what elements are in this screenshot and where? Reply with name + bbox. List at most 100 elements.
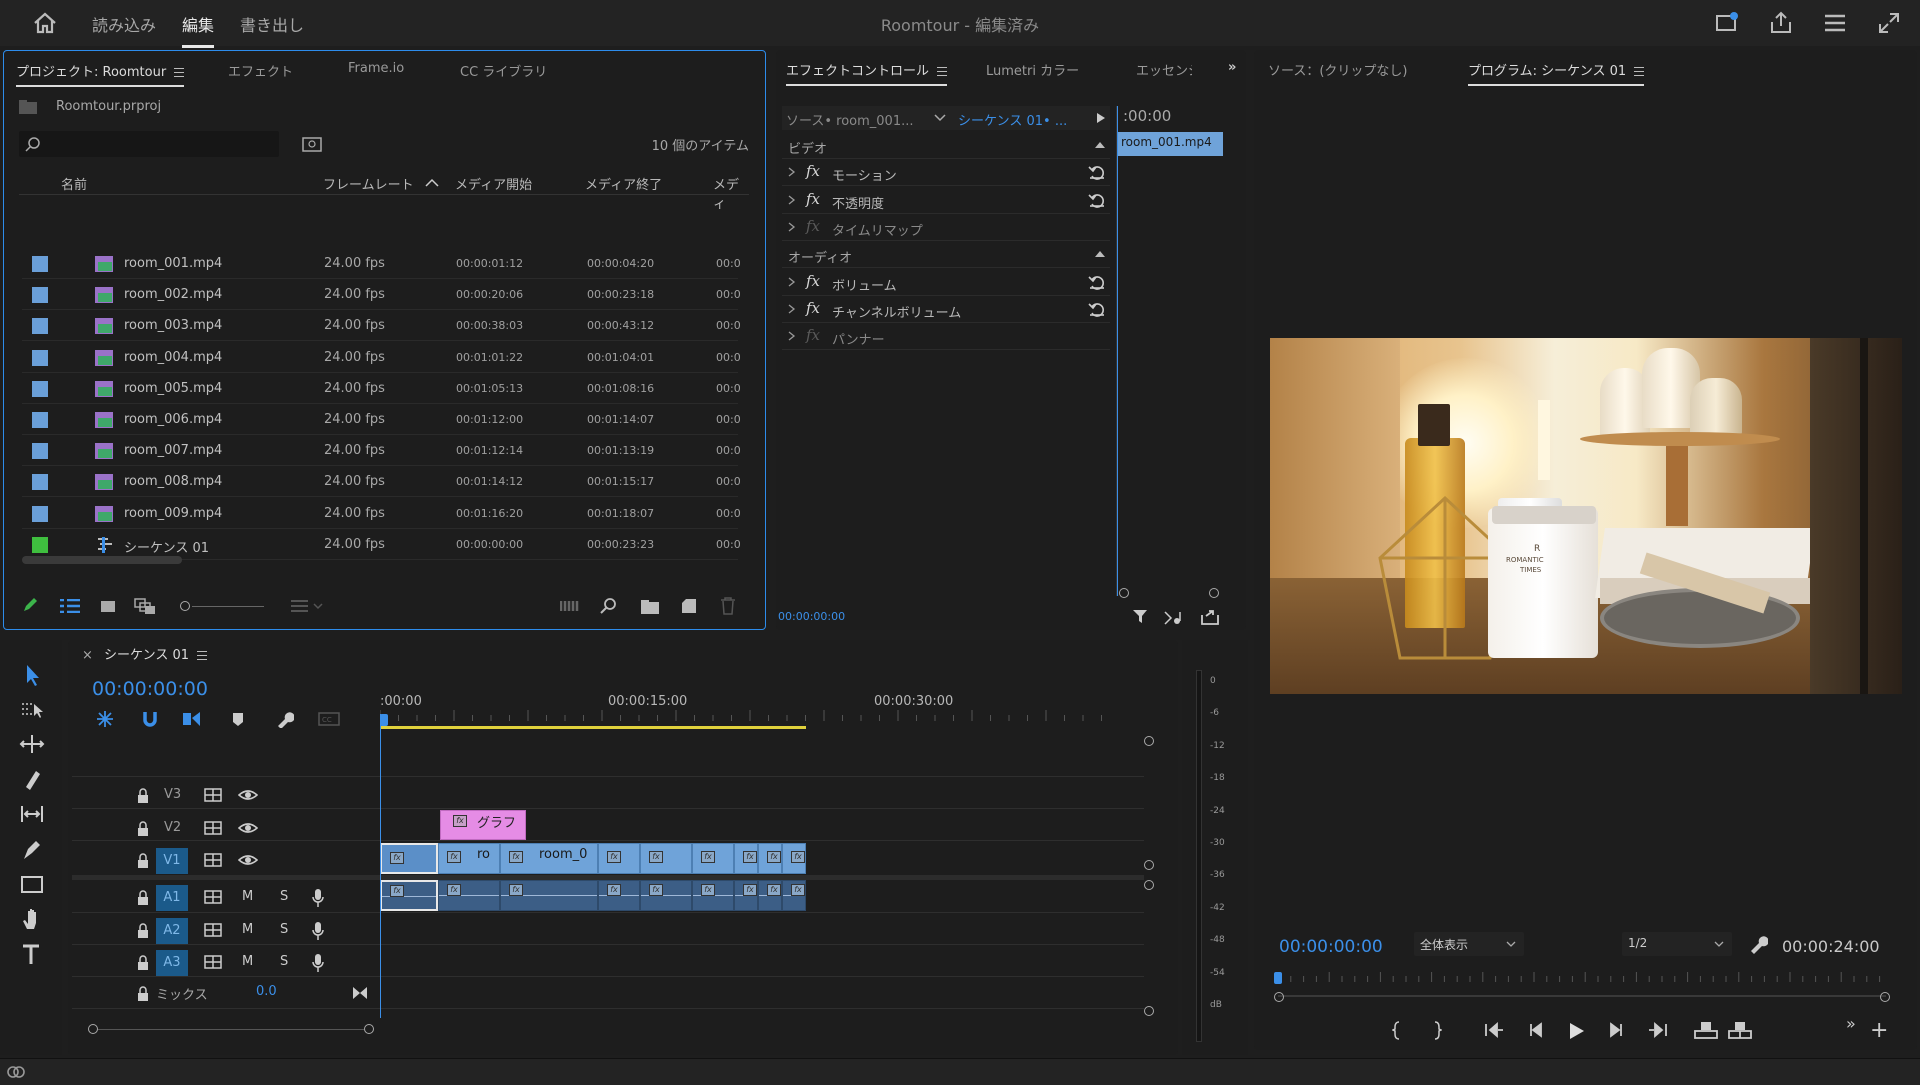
audio-clip[interactable]: fx: [438, 880, 500, 911]
snap-icon[interactable]: [142, 710, 158, 728]
program-timecode[interactable]: 00:00:00:00: [1279, 937, 1383, 957]
filter-icon[interactable]: [1132, 608, 1150, 626]
microphone-icon[interactable]: [312, 921, 324, 941]
table-row[interactable]: room_004.mp4 24.00 fps 00:01:01:22 00:01:04…: [22, 342, 741, 373]
eye-icon[interactable]: [238, 822, 258, 834]
mute-button[interactable]: M: [242, 922, 253, 937]
list-view-icon[interactable]: [60, 599, 80, 613]
track-target[interactable]: V1: [156, 848, 188, 874]
audio-clip[interactable]: fx: [500, 880, 598, 911]
program-playhead[interactable]: [1274, 972, 1282, 984]
clip-name[interactable]: room_001.mp4: [124, 256, 222, 271]
video-clip[interactable]: fx: [640, 843, 692, 874]
tab-frameio[interactable]: Frame.io: [348, 61, 404, 76]
label-color-swatch[interactable]: [32, 380, 48, 397]
col-media-extra[interactable]: メディ: [713, 174, 749, 212]
v-scroll-mid[interactable]: [1144, 860, 1154, 870]
panel-menu-icon[interactable]: [1634, 67, 1645, 76]
linked-selection-icon[interactable]: [182, 710, 202, 728]
sync-lock-icon[interactable]: [204, 820, 222, 835]
label-color-swatch[interactable]: [32, 443, 48, 460]
panel-menu-icon[interactable]: [197, 651, 208, 660]
clip-name[interactable]: room_003.mp4: [124, 318, 222, 333]
collapse-icon[interactable]: [1094, 141, 1106, 149]
lock-icon[interactable]: [136, 986, 150, 1002]
tab-sequence[interactable]: シーケンス 01: [104, 644, 208, 663]
new-bin-icon[interactable]: [640, 599, 660, 615]
label-color-swatch[interactable]: [32, 474, 48, 491]
rectangle-tool-icon[interactable]: [18, 870, 46, 898]
step-forward-icon[interactable]: [1608, 1022, 1624, 1038]
solo-button[interactable]: S: [280, 954, 288, 969]
chevron-right-icon[interactable]: [788, 331, 796, 341]
mark-in-icon[interactable]: [1392, 1020, 1402, 1040]
mix-split-icon[interactable]: [352, 986, 368, 1000]
video-clip[interactable]: fx: [758, 843, 782, 874]
collapse-icon[interactable]: [1094, 250, 1106, 258]
ec-sequence[interactable]: シーケンス 01• ...: [958, 110, 1067, 129]
fit-dropdown[interactable]: 全体表示: [1414, 932, 1524, 956]
mute-button[interactable]: M: [242, 889, 253, 904]
pencil-icon[interactable]: [22, 597, 38, 613]
clip-name[interactable]: room_005.mp4: [124, 381, 222, 396]
quick-export-icon[interactable]: [1714, 10, 1740, 36]
label-color-swatch[interactable]: [32, 412, 48, 428]
video-clip[interactable]: fx: [782, 843, 806, 874]
video-clip[interactable]: fx ro: [438, 843, 500, 874]
work-area-bar[interactable]: [380, 726, 806, 729]
clip-name[interactable]: room_006.mp4: [124, 412, 222, 427]
play-triangle-icon[interactable]: [1096, 112, 1106, 124]
lock-icon[interactable]: [136, 890, 150, 906]
go-to-in-icon[interactable]: [1484, 1022, 1504, 1038]
zoom-slider[interactable]: [180, 600, 266, 612]
audio-section-header[interactable]: オーディオ: [782, 241, 1110, 269]
timeline-timecode[interactable]: 00:00:00:00: [92, 678, 208, 700]
microphone-icon[interactable]: [312, 888, 324, 908]
sync-lock-icon[interactable]: [204, 890, 222, 904]
nest-icon[interactable]: [96, 710, 114, 728]
razor-tool-icon[interactable]: [18, 765, 46, 793]
video-clip[interactable]: fx: [598, 843, 640, 874]
eye-icon[interactable]: [238, 854, 258, 866]
label-color-swatch[interactable]: [32, 318, 48, 335]
tab-cc-library[interactable]: CC ライブラリ: [460, 61, 547, 80]
lock-icon[interactable]: [136, 820, 150, 837]
new-item-icon[interactable]: [680, 597, 698, 615]
sync-lock-icon[interactable]: [204, 922, 222, 937]
tab-essential[interactable]: エッセンシ: [1136, 60, 1192, 79]
panel-menu-icon[interactable]: [937, 67, 948, 76]
label-color-swatch[interactable]: [32, 287, 48, 304]
pen-tool-icon[interactable]: [18, 835, 46, 863]
solo-button[interactable]: S: [280, 922, 288, 937]
chevron-right-icon[interactable]: [788, 276, 796, 287]
chevron-right-icon[interactable]: [788, 304, 796, 314]
nav-export[interactable]: 書き出し: [240, 12, 304, 36]
track-label[interactable]: V3: [164, 787, 181, 802]
hand-tool-icon[interactable]: [18, 905, 46, 933]
find-icon[interactable]: [600, 597, 618, 615]
video-clip[interactable]: fx: [734, 843, 758, 874]
v-scroll-top[interactable]: [1144, 736, 1154, 746]
fullscreen-icon[interactable]: [1876, 10, 1902, 36]
clip-name[interactable]: room_009.mp4: [124, 506, 222, 521]
col-media-start[interactable]: メディア開始: [455, 174, 532, 193]
sync-lock-icon[interactable]: [204, 853, 222, 867]
video-clip[interactable]: fx: [380, 843, 438, 874]
nav-import[interactable]: 読み込み: [92, 12, 156, 36]
a-scroll-bottom[interactable]: [1144, 1006, 1154, 1016]
audio-clip[interactable]: fx: [782, 880, 806, 911]
lock-icon[interactable]: [136, 922, 150, 939]
sync-lock-icon[interactable]: [204, 955, 222, 969]
audio-clip[interactable]: fx: [640, 880, 692, 911]
slip-tool-icon[interactable]: [18, 800, 46, 828]
timeline-playhead-line[interactable]: [380, 714, 381, 1018]
sort-icon[interactable]: [290, 599, 326, 613]
tab-program[interactable]: プログラム: シーケンス 01: [1468, 60, 1645, 86]
track-target[interactable]: A2: [156, 917, 188, 944]
ec-scroll-left[interactable]: [1119, 588, 1129, 598]
audio-loop-icon[interactable]: [1164, 610, 1184, 626]
effect-row[interactable]: fx タイムリマップ: [782, 214, 1110, 241]
clip-name[interactable]: room_008.mp4: [124, 474, 222, 489]
effect-row[interactable]: fx パンナー: [782, 323, 1110, 351]
effect-row[interactable]: fx ボリューム: [782, 269, 1110, 296]
